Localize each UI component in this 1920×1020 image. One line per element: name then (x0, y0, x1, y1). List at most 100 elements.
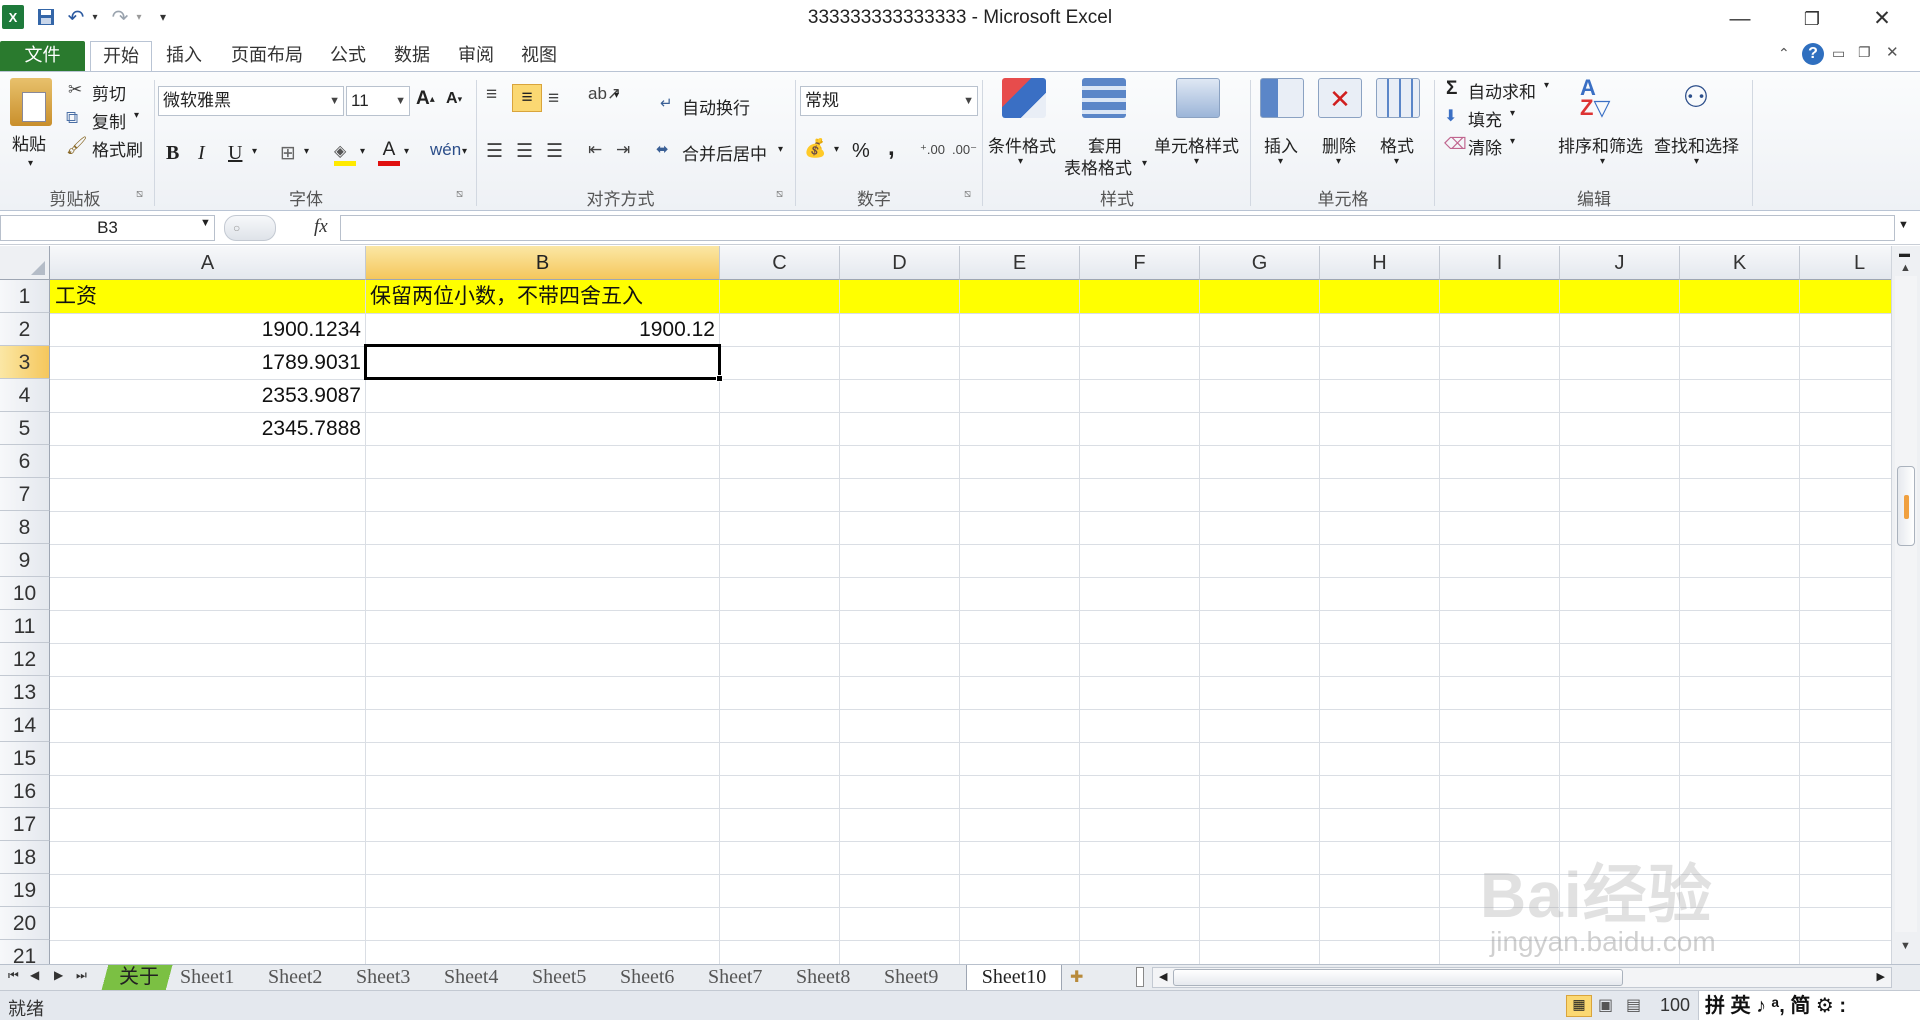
minimize-icon[interactable]: — (1720, 6, 1760, 32)
conditional-formatting-icon[interactable] (1002, 78, 1046, 118)
sheet-tab-2[interactable]: Sheet2 (268, 965, 322, 990)
insert-sheet-icon[interactable]: ✚ (1070, 967, 1083, 987)
autosum-dropdown-icon[interactable]: ▾ (1544, 80, 1549, 91)
merge-center-button[interactable]: 合并后居中 (682, 140, 767, 165)
cell-b2[interactable]: 1900.12 (366, 313, 719, 346)
row-header-11[interactable]: 11 (0, 610, 50, 643)
row-header-8[interactable]: 8 (0, 511, 50, 544)
selected-cell-b3[interactable] (364, 344, 721, 380)
tab-split-handle[interactable] (1136, 967, 1144, 987)
spreadsheet-grid[interactable]: A B C D E F G H I J K L 1 2 3 4 5 6 7 8 … (0, 246, 1891, 964)
copy-dropdown-icon[interactable]: ▾ (134, 110, 139, 121)
orientation-dropdown-icon[interactable]: ▾ (614, 90, 619, 101)
insert-dropdown-icon[interactable]: ▾ (1278, 156, 1283, 167)
copy-button[interactable]: 复制 (92, 108, 126, 133)
format-table-dropdown-icon[interactable]: ▾ (1142, 158, 1147, 169)
row-header-7[interactable]: 7 (0, 478, 50, 511)
align-top-icon[interactable]: ≡ (486, 84, 497, 106)
clear-button[interactable]: 清除 (1468, 134, 1502, 159)
formula-bar-handle-icon[interactable]: ○ (224, 215, 276, 241)
conditional-formatting-button[interactable]: 条件格式 (988, 132, 1056, 157)
row-header-9[interactable]: 9 (0, 544, 50, 577)
column-header-d[interactable]: D (840, 246, 960, 280)
tab-file[interactable]: 文件 (0, 41, 85, 71)
find-select-button[interactable]: 查找和选择 (1654, 132, 1739, 157)
next-sheet-icon[interactable]: ▶ (54, 968, 63, 982)
font-launcher-icon[interactable]: ⧅ (456, 188, 463, 201)
autosum-icon[interactable]: Σ (1446, 78, 1457, 100)
vertical-scrollbar[interactable]: ▬ ▲ ▼ (1891, 246, 1920, 964)
workbook-minimize-icon[interactable]: ▭ (1832, 45, 1845, 62)
column-header-b[interactable]: B (366, 246, 720, 280)
shrink-font-icon[interactable]: A ▾ (446, 90, 462, 108)
row-header-6[interactable]: 6 (0, 445, 50, 478)
row-header-16[interactable]: 16 (0, 775, 50, 808)
tab-home[interactable]: 开始 (90, 41, 152, 71)
cell-a5[interactable]: 2345.7888 (51, 412, 365, 445)
row-header-5[interactable]: 5 (0, 412, 50, 445)
sort-filter-icon[interactable]: A Z▽ (1580, 77, 1624, 119)
first-sheet-icon[interactable]: ⏮ (8, 968, 19, 983)
paste-button[interactable]: 粘贴 (12, 130, 46, 155)
insert-cells-button[interactable]: 插入 (1264, 132, 1298, 157)
eraser-icon[interactable]: ⌫ (1444, 134, 1467, 154)
sheet-tab-3[interactable]: Sheet3 (356, 965, 410, 990)
select-all-corner[interactable] (0, 246, 50, 280)
format-cells-icon[interactable] (1376, 78, 1420, 118)
format-painter-icon[interactable]: 🖌 (66, 136, 88, 156)
font-name-combo[interactable]: 微软雅黑 ▼ (158, 86, 344, 116)
row-header-19[interactable]: 19 (0, 874, 50, 907)
number-launcher-icon[interactable]: ⧅ (964, 188, 971, 201)
fill-dropdown-icon[interactable]: ▾ (1510, 108, 1515, 119)
wrap-text-icon[interactable]: ↵ (660, 94, 673, 112)
row-header-18[interactable]: 18 (0, 841, 50, 874)
sheet-tab-10-active[interactable]: Sheet10 (966, 965, 1062, 990)
wrap-text-button[interactable]: 自动换行 (682, 94, 750, 119)
clear-dropdown-icon[interactable]: ▾ (1510, 136, 1515, 147)
font-color-dropdown-icon[interactable]: ▾ (404, 146, 409, 157)
font-color-icon[interactable]: A (378, 138, 400, 166)
sheet-tab-1[interactable]: Sheet1 (180, 965, 234, 990)
column-header-k[interactable]: K (1680, 246, 1800, 280)
accounting-dropdown-icon[interactable]: ▾ (834, 144, 839, 155)
row-header-20[interactable]: 20 (0, 907, 50, 940)
format-painter-button[interactable]: 格式刷 (92, 136, 143, 161)
help-icon[interactable]: ? (1802, 43, 1824, 65)
paste-icon[interactable] (10, 78, 52, 126)
column-header-i[interactable]: I (1440, 246, 1560, 280)
percent-button[interactable]: % (852, 140, 870, 163)
copy-icon[interactable]: ⧉ (66, 108, 78, 128)
accounting-icon[interactable]: 💰 (804, 138, 826, 159)
format-dropdown-icon[interactable]: ▾ (1394, 156, 1399, 167)
page-layout-view-icon[interactable]: ▣ (1598, 995, 1613, 1015)
fill-color-icon[interactable]: ◈ (334, 140, 356, 166)
sheet-tab-about[interactable]: 关于 (100, 965, 178, 990)
scroll-thumb[interactable] (1897, 466, 1915, 546)
cut-icon[interactable]: ✂ (68, 80, 82, 100)
zoom-level[interactable]: 100 (1660, 995, 1690, 1016)
scroll-down-icon[interactable]: ▼ (1900, 940, 1911, 952)
row-header-3[interactable]: 3 (0, 346, 50, 379)
binoculars-icon[interactable]: ⚇ (1674, 78, 1718, 118)
fill-handle[interactable] (716, 375, 723, 382)
restore-icon[interactable]: ❐ (1792, 6, 1832, 32)
tab-data[interactable]: 数据 (386, 41, 438, 71)
delete-cells-icon[interactable]: ✕ (1318, 78, 1362, 118)
scroll-left-icon[interactable]: ◀ (1159, 970, 1167, 983)
row-header-2[interactable]: 2 (0, 313, 50, 346)
decrease-decimal-icon[interactable]: .00⁻ (952, 142, 977, 158)
sort-dropdown-icon[interactable]: ▾ (1600, 156, 1605, 167)
normal-view-icon[interactable]: ▦ (1566, 995, 1592, 1017)
bold-button[interactable]: B (166, 142, 179, 165)
tab-page-layout[interactable]: 页面布局 (222, 41, 312, 71)
format-as-table-label[interactable]: 表格格式 (1064, 154, 1132, 179)
borders-dropdown-icon[interactable]: ▾ (304, 146, 309, 157)
italic-button[interactable]: I (198, 142, 205, 165)
align-left-icon[interactable]: ☰ (486, 140, 503, 163)
format-as-table-icon[interactable] (1082, 78, 1126, 118)
tab-view[interactable]: 视图 (513, 41, 565, 71)
comma-button[interactable]: , (888, 134, 895, 162)
insert-function-icon[interactable]: fx (314, 216, 328, 238)
cut-button[interactable]: 剪切 (92, 80, 126, 105)
sheet-tab-9[interactable]: Sheet9 (884, 965, 938, 990)
